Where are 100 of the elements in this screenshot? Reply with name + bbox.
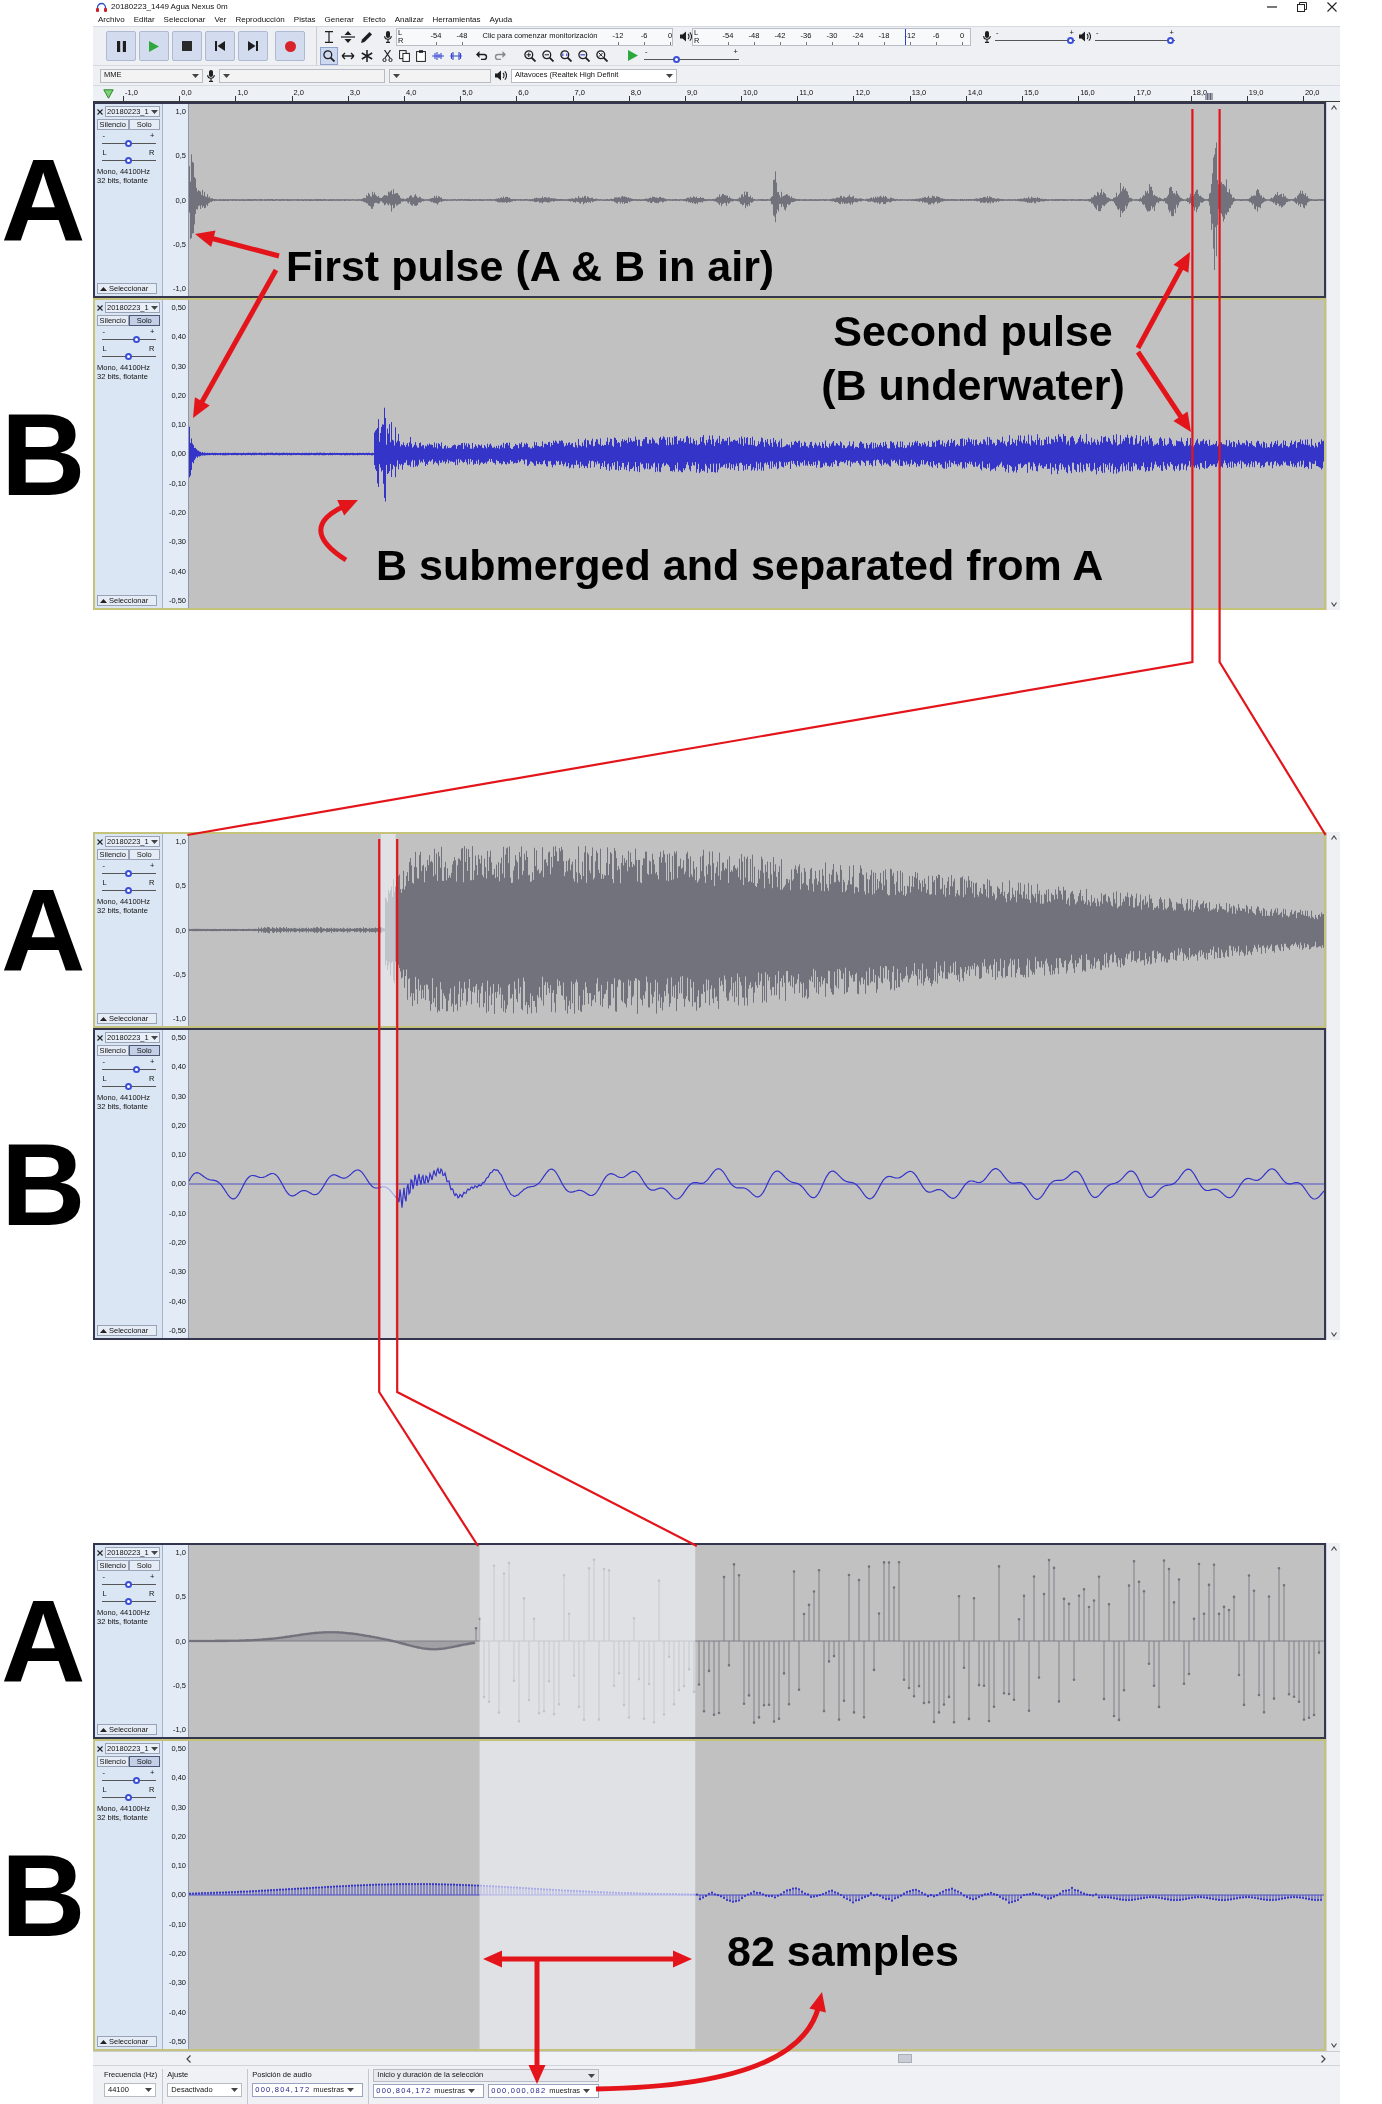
menu-item[interactable]: Efecto <box>362 15 386 25</box>
restore-icon[interactable] <box>1297 2 1307 12</box>
skip-to-end-button[interactable] <box>238 31 268 61</box>
chevron-up-icon[interactable] <box>1331 835 1337 840</box>
chevron-down-icon[interactable] <box>1331 2043 1337 2048</box>
chevron-up-icon[interactable] <box>1331 1546 1337 1551</box>
slider-thumb[interactable] <box>124 887 132 894</box>
envelope-icon <box>341 30 355 43</box>
zoom-fit-icon[interactable] <box>578 49 590 62</box>
collapse-arrow-icon <box>100 1016 107 1021</box>
slider-thumb[interactable] <box>133 1066 140 1073</box>
horizontal-scrollbar[interactable] <box>93 2051 1340 2065</box>
track-letter-label: A <box>1 1582 86 1700</box>
menu-item[interactable]: Seleccionar <box>163 15 206 25</box>
menu-item[interactable]: Generar <box>324 15 354 25</box>
slider-thumb[interactable] <box>673 56 681 63</box>
track-letter-label: A <box>1 871 86 989</box>
scrollbar-thumb[interactable] <box>898 2054 912 2063</box>
close-icon[interactable] <box>97 1745 103 1752</box>
chevron-up-icon[interactable] <box>1331 105 1337 110</box>
collapse-arrow-icon <box>100 286 107 291</box>
zoom-in-icon[interactable] <box>524 49 536 62</box>
play-icon <box>149 40 159 52</box>
stop-icon <box>182 41 192 51</box>
pause-icon <box>116 40 126 52</box>
caret-down-icon <box>468 2089 476 2093</box>
menu-item[interactable]: Analizar <box>394 15 424 25</box>
caret-down-icon <box>151 1550 158 1555</box>
stop-button[interactable] <box>172 31 202 61</box>
vertical-scrollbar[interactable] <box>1326 1543 1340 2051</box>
track-letter-label: B <box>1 1125 86 1243</box>
magnifier-icon <box>323 49 335 62</box>
redo-icon[interactable] <box>494 51 506 60</box>
slider-thumb[interactable] <box>124 1581 132 1588</box>
chevron-left-icon[interactable] <box>186 2054 191 2063</box>
menu-item[interactable]: Reproducción <box>235 15 285 25</box>
waveform-silence-icon[interactable] <box>450 50 462 61</box>
menu-item[interactable]: Editar <box>133 15 155 25</box>
skip-to-start-button[interactable] <box>205 31 235 61</box>
pencil-icon <box>361 30 373 43</box>
microphone-icon <box>983 30 991 43</box>
zoom-tool-button[interactable] <box>320 46 338 65</box>
slider-thumb[interactable] <box>1066 37 1074 44</box>
chevron-down-icon[interactable] <box>1331 1332 1337 1337</box>
close-icon[interactable] <box>97 108 103 115</box>
slider-thumb[interactable] <box>133 336 140 343</box>
caret-down-icon <box>151 1035 158 1040</box>
menu-item[interactable]: Pistas <box>293 15 316 25</box>
close-icon[interactable] <box>97 1549 103 1556</box>
menu-item[interactable]: Ver <box>214 15 227 25</box>
close-icon[interactable] <box>97 1034 103 1041</box>
caret-down-icon <box>151 109 158 114</box>
chevron-down-icon[interactable] <box>1331 602 1337 607</box>
slider-thumb[interactable] <box>124 353 132 360</box>
menu-item[interactable]: Archivo <box>98 15 125 25</box>
undo-icon[interactable] <box>476 51 488 60</box>
slider-thumb[interactable] <box>133 1777 140 1784</box>
double-arrow-icon <box>341 51 355 60</box>
caret-down-icon <box>666 73 673 78</box>
slider-thumb[interactable] <box>124 870 132 877</box>
copy-icon[interactable] <box>399 49 410 62</box>
vertical-scrollbar[interactable] <box>1326 832 1340 1340</box>
close-icon[interactable] <box>97 304 103 311</box>
playback-volume-slider[interactable] <box>1095 37 1175 44</box>
caret-down-icon <box>151 305 158 310</box>
close-icon[interactable] <box>97 838 103 845</box>
vertical-scrollbar[interactable] <box>1326 102 1340 610</box>
slider-thumb[interactable] <box>1166 37 1174 44</box>
caret-down-icon <box>151 1746 158 1751</box>
clipboard-icon[interactable] <box>416 49 426 62</box>
caret-down-icon <box>231 2088 239 2092</box>
scissors-icon[interactable] <box>382 49 393 62</box>
menu-item[interactable]: Herramientas <box>432 15 481 25</box>
close-icon[interactable] <box>1327 2 1337 12</box>
play-at-speed-icon[interactable] <box>628 50 638 61</box>
zoom-selection-icon[interactable] <box>560 49 572 62</box>
slider-thumb[interactable] <box>124 1083 132 1090</box>
slider-thumb[interactable] <box>124 1598 132 1605</box>
pause-button[interactable] <box>106 31 136 61</box>
menu-item[interactable]: Ayuda <box>489 15 513 25</box>
record-button[interactable] <box>275 31 305 61</box>
collapse-arrow-icon <box>100 598 107 603</box>
play-head-icon[interactable] <box>103 88 114 99</box>
collapse-arrow-icon <box>100 1328 107 1333</box>
zoom-out-icon[interactable] <box>542 49 554 62</box>
zoom-toggle-icon[interactable] <box>596 49 608 62</box>
annotation-label: Second pulse (B underwater) <box>820 306 1126 411</box>
microphone-icon[interactable] <box>384 30 392 43</box>
waveform-trim-icon[interactable] <box>432 50 444 61</box>
recording-volume-slider[interactable] <box>995 37 1075 44</box>
slider-thumb[interactable] <box>124 140 132 147</box>
annotation-label: 82 samples <box>727 1930 959 1973</box>
chevron-right-icon[interactable] <box>1321 2054 1326 2063</box>
slider-thumb[interactable] <box>124 1794 132 1801</box>
slider-thumb[interactable] <box>124 157 132 164</box>
collapse-arrow-icon <box>100 1727 107 1732</box>
speaker-icon <box>495 70 507 81</box>
microphone-icon <box>207 69 215 82</box>
track-letter-label: A <box>1 141 86 259</box>
speaker-icon[interactable] <box>680 31 692 42</box>
